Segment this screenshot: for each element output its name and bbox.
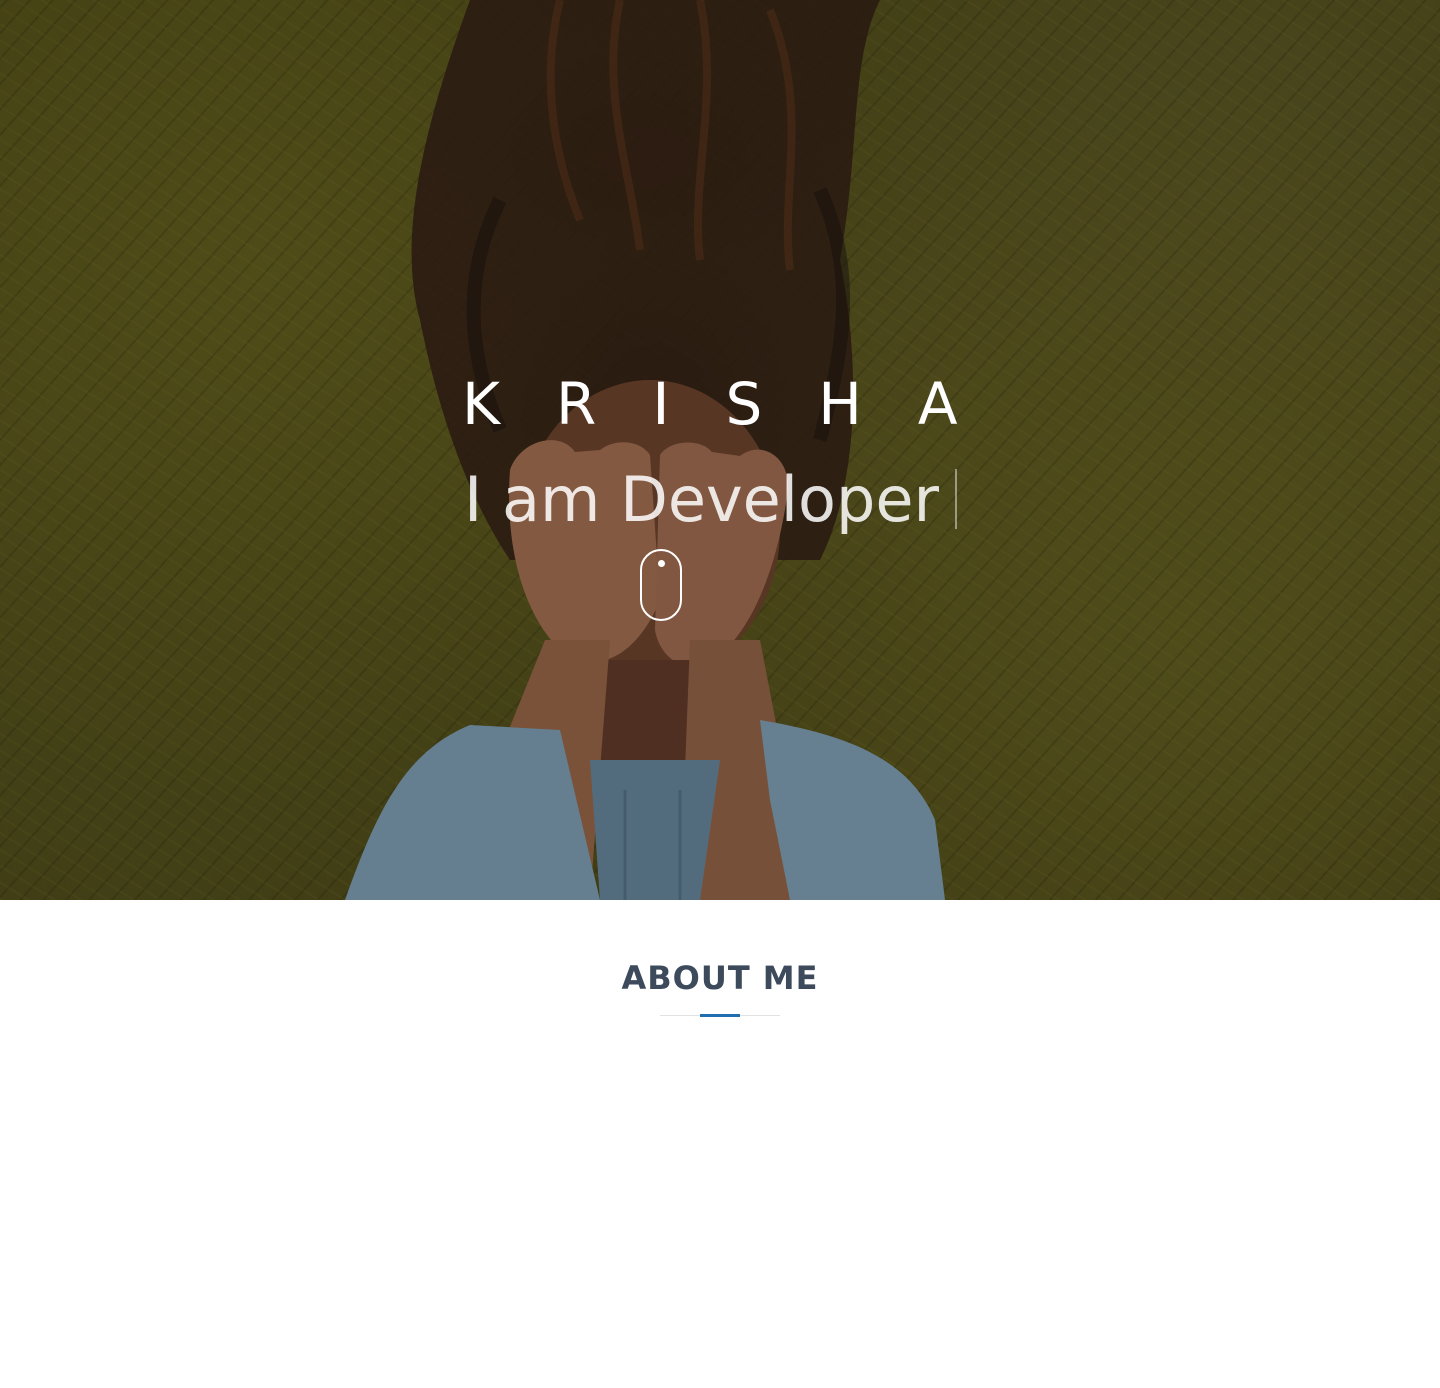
section-title-divider [660, 1014, 780, 1017]
hero-tagline-text: I am Developer [464, 463, 939, 536]
hero-typed-tagline: I am Developer [464, 462, 957, 538]
mouse-wheel-dot [658, 560, 665, 567]
mouse-scroll-icon[interactable] [640, 549, 682, 621]
hero-section: KRISHA I am Developer [0, 0, 1440, 900]
typing-cursor-icon [954, 469, 957, 529]
about-section: ABOUT ME [0, 900, 1440, 1388]
hero-content: KRISHA I am Developer [0, 0, 1440, 900]
section-title-accent-bar [700, 1014, 740, 1017]
hero-name-heading: KRISHA [462, 370, 1014, 438]
about-section-title: ABOUT ME [621, 959, 819, 997]
